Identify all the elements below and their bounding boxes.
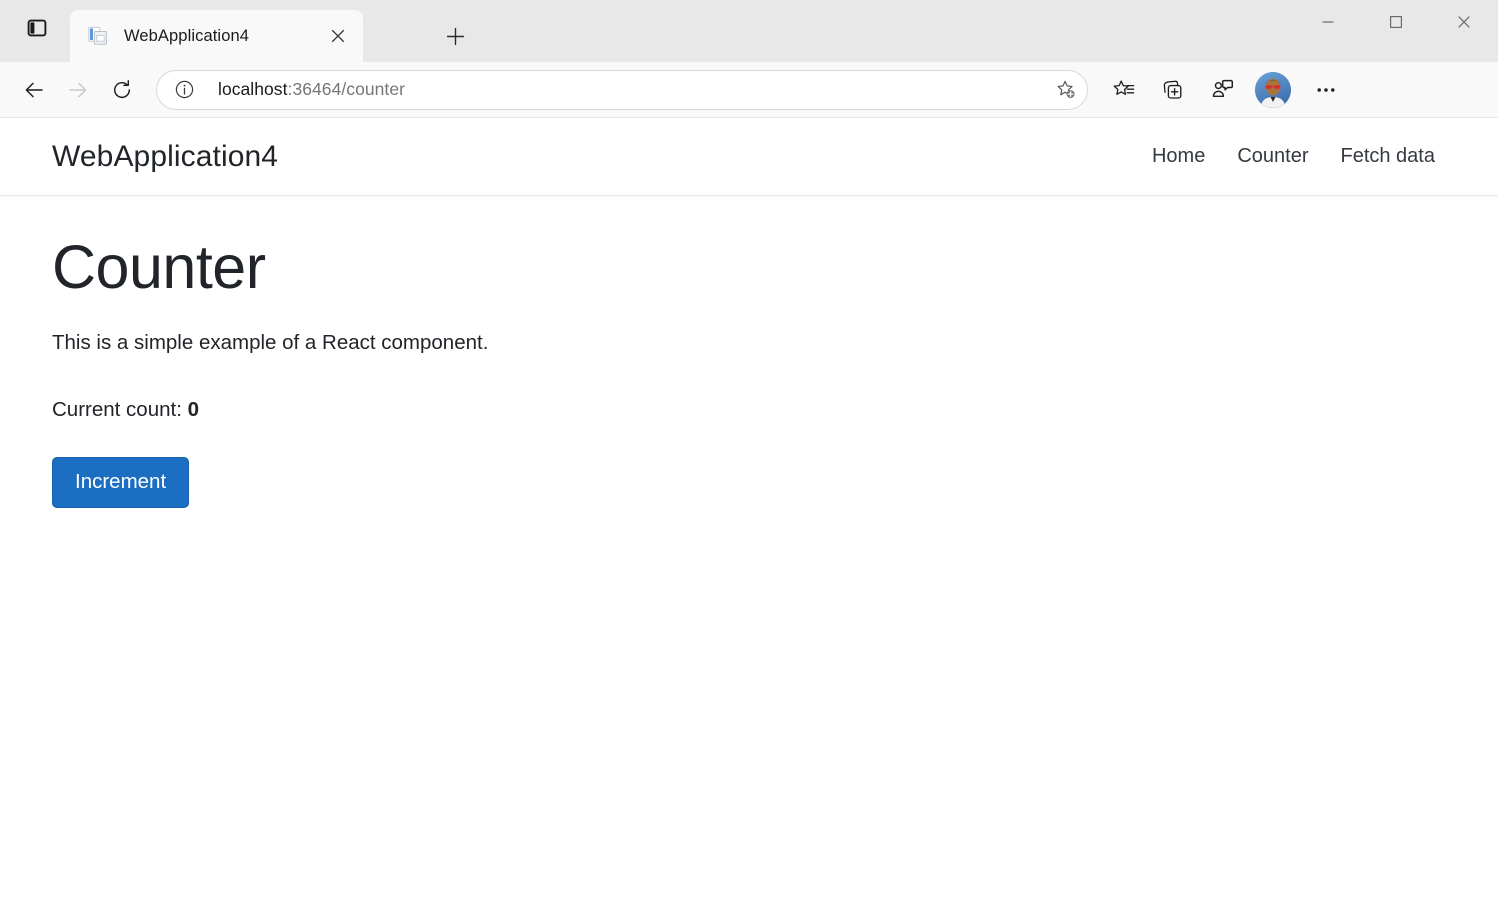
info-icon[interactable] xyxy=(169,75,199,105)
browser-tab-active[interactable]: WebApplication4 xyxy=(70,10,363,62)
current-count-label: Current count: xyxy=(52,398,188,421)
site-nav: Home Counter Fetch data xyxy=(1152,145,1435,168)
close-icon xyxy=(1457,15,1471,29)
tab-title: WebApplication4 xyxy=(124,27,323,46)
close-tab-icon[interactable] xyxy=(323,21,353,51)
window-controls xyxy=(1294,0,1498,44)
avatar[interactable] xyxy=(1255,72,1291,108)
new-tab-button[interactable] xyxy=(437,19,473,53)
back-button[interactable] xyxy=(14,70,54,110)
collections-button[interactable] xyxy=(1152,70,1194,110)
nav-link-counter[interactable]: Counter xyxy=(1237,145,1308,168)
page-viewport: WebApplication4 Home Counter Fetch data … xyxy=(0,118,1498,904)
url-path: :36464/counter xyxy=(288,79,405,99)
site-header: WebApplication4 Home Counter Fetch data xyxy=(0,118,1498,196)
browser-toolbar: localhost:36464/counter xyxy=(0,62,1498,118)
nav-link-home[interactable]: Home xyxy=(1152,145,1205,168)
plus-icon xyxy=(446,27,465,46)
favorites-button[interactable] xyxy=(1103,70,1145,110)
star-list-icon xyxy=(1112,78,1136,102)
tab-strip: WebApplication4 xyxy=(0,0,1498,62)
nav-link-fetch-data[interactable]: Fetch data xyxy=(1340,145,1435,168)
split-panel-icon xyxy=(27,18,47,38)
add-favorite-icon[interactable] xyxy=(1049,73,1083,107)
url-text[interactable]: localhost:36464/counter xyxy=(199,79,1049,100)
address-bar[interactable]: localhost:36464/counter xyxy=(156,70,1088,110)
person-chat-icon xyxy=(1210,78,1234,102)
minimize-button[interactable] xyxy=(1294,0,1362,44)
minimize-icon xyxy=(1321,15,1335,29)
brand-title[interactable]: WebApplication4 xyxy=(52,140,278,174)
page-title: Counter xyxy=(52,232,1446,304)
current-count-value: 0 xyxy=(188,398,199,421)
arrow-left-icon xyxy=(23,79,45,101)
browser-window: WebApplication4 xyxy=(0,0,1498,904)
forward-button xyxy=(58,70,98,110)
page-description: This is a simple example of a React comp… xyxy=(52,328,1446,359)
maximize-icon xyxy=(1389,15,1403,29)
increment-button[interactable]: Increment xyxy=(52,457,189,508)
ellipsis-icon xyxy=(1315,79,1337,101)
page-content: Counter This is a simple example of a Re… xyxy=(0,196,1498,508)
collections-icon xyxy=(1161,78,1185,102)
current-count-line: Current count: 0 xyxy=(52,395,1446,426)
refresh-button[interactable] xyxy=(102,70,142,110)
refresh-icon xyxy=(111,79,133,101)
arrow-right-icon xyxy=(67,79,89,101)
maximize-button[interactable] xyxy=(1362,0,1430,44)
avatar-image xyxy=(1255,72,1291,108)
tab-actions-button[interactable] xyxy=(18,11,56,45)
document-icon xyxy=(88,26,108,46)
settings-and-more-button[interactable] xyxy=(1305,70,1347,110)
url-host: localhost xyxy=(218,79,288,99)
browser-essentials-button[interactable] xyxy=(1201,70,1243,110)
close-window-button[interactable] xyxy=(1430,0,1498,44)
